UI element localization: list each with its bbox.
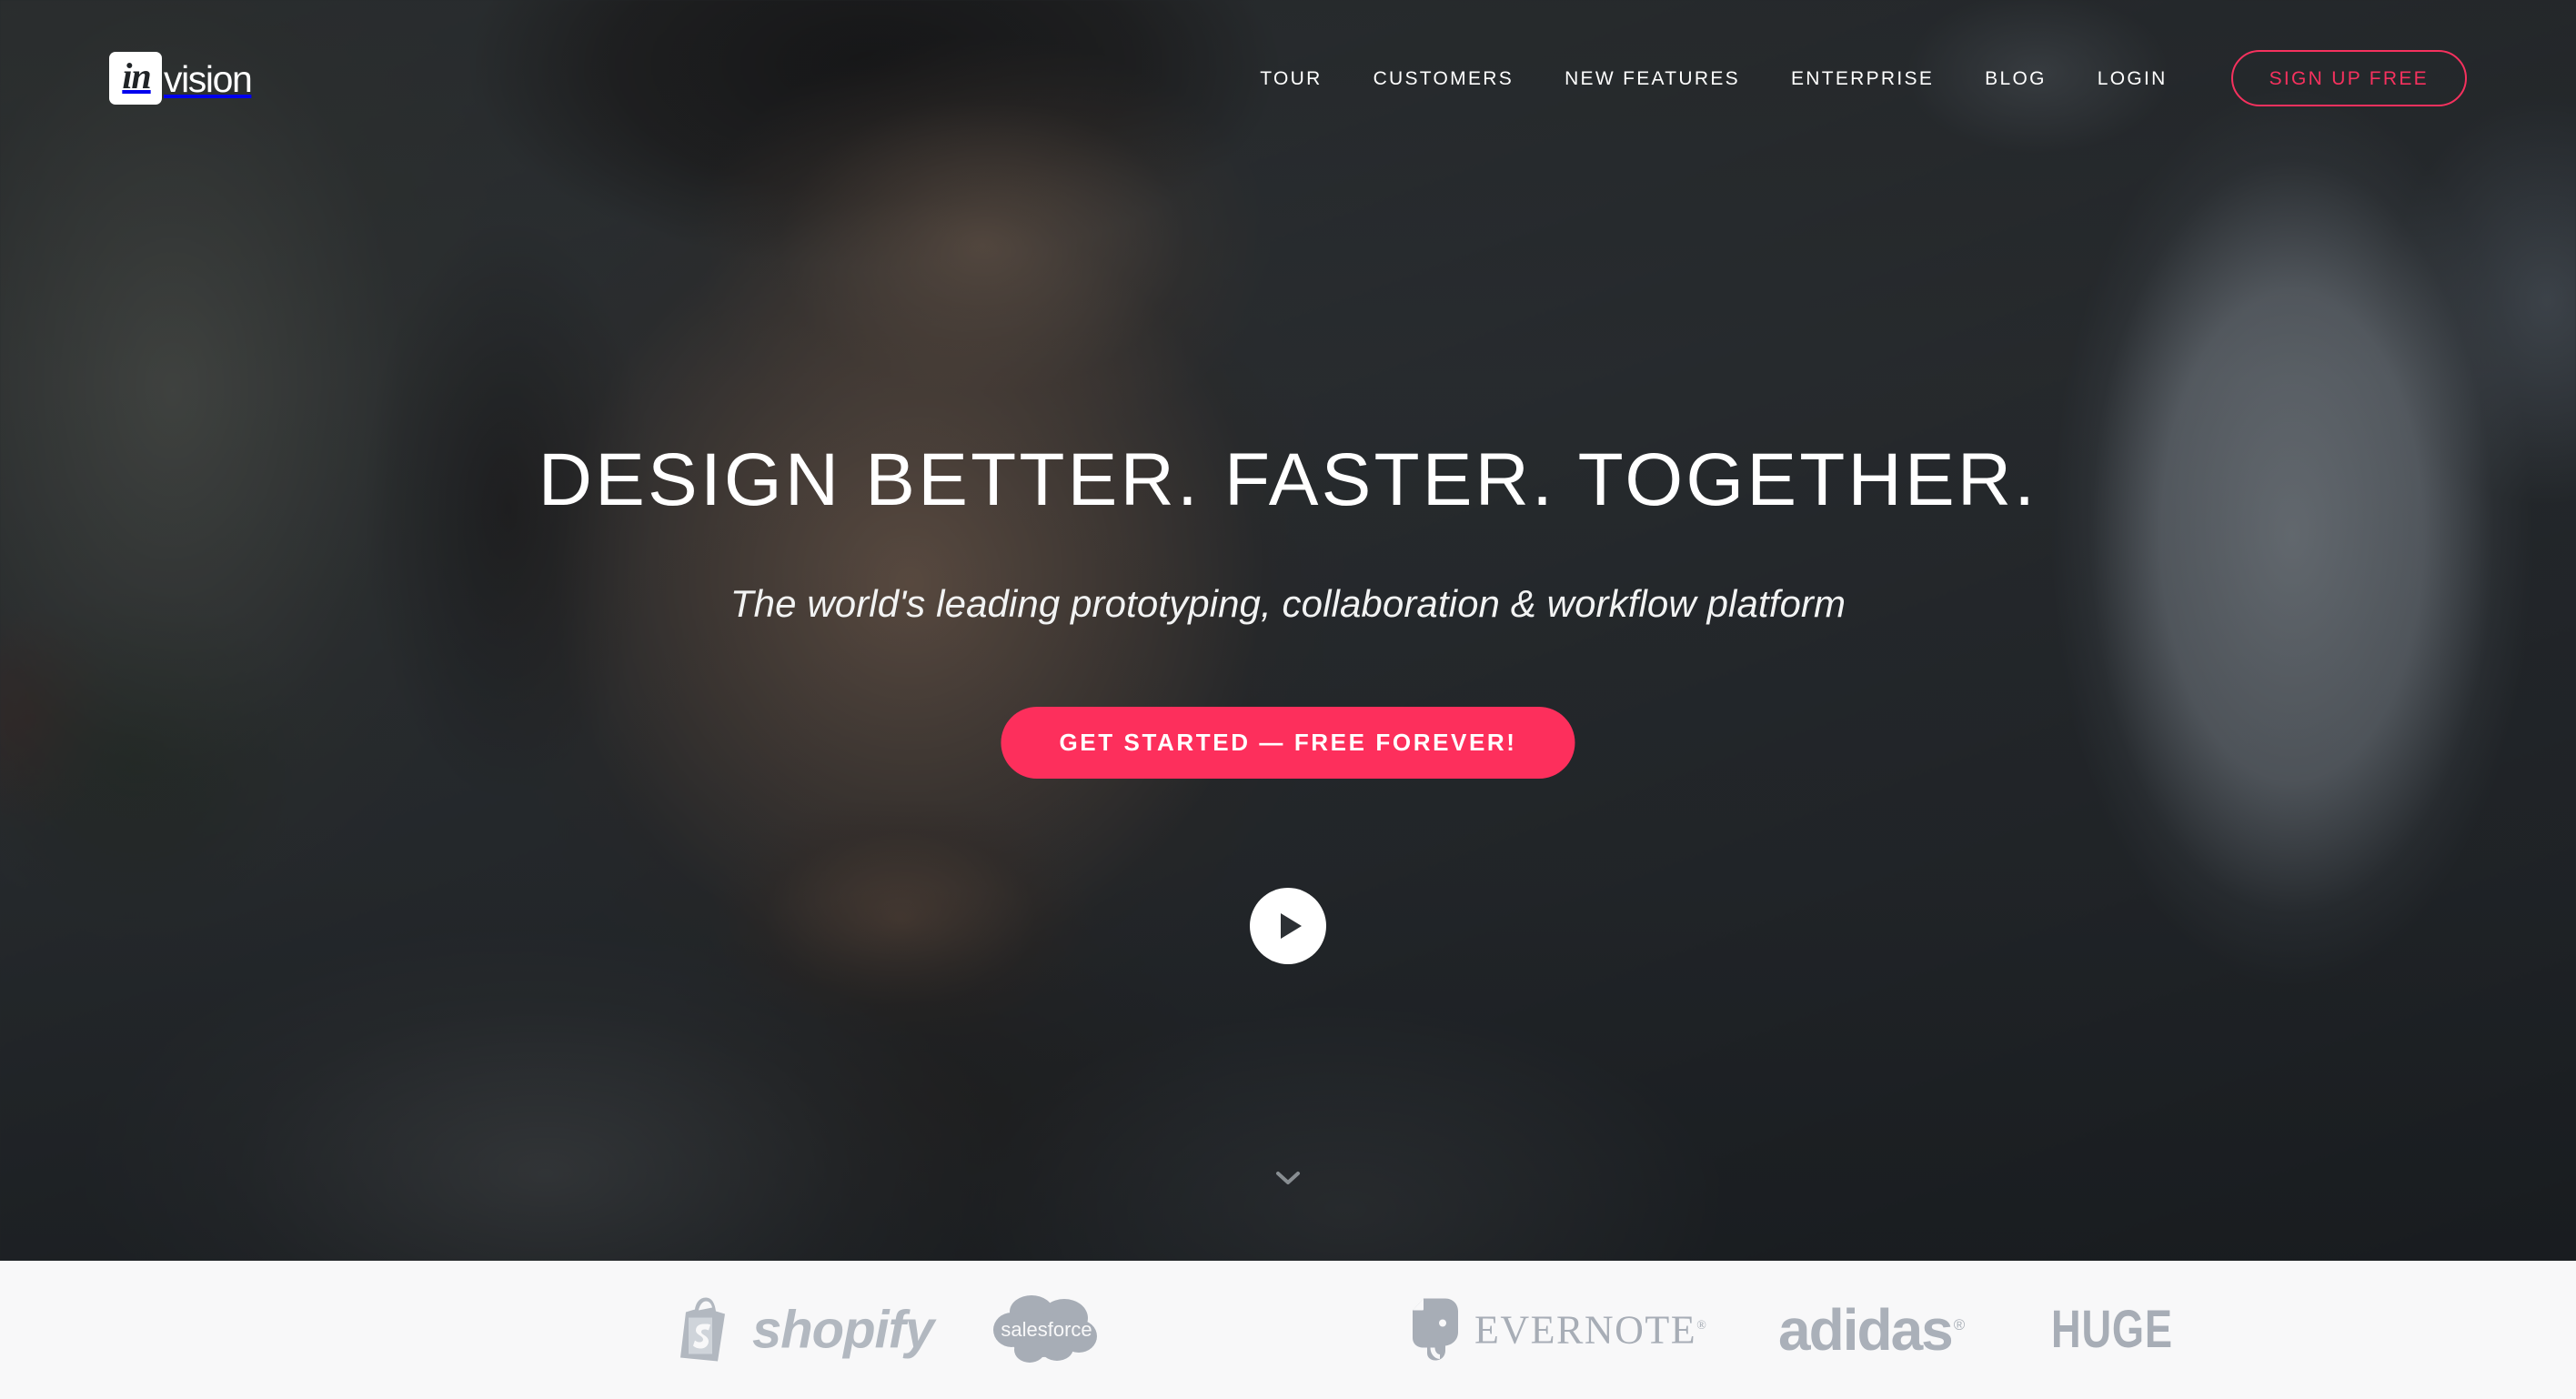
get-started-button[interactable]: GET STARTED — FREE FOREVER! xyxy=(1001,707,1575,779)
invision-logo-wordmark: vision xyxy=(164,57,253,100)
client-logo-huge: HUGE xyxy=(2051,1303,2208,1356)
hero-headline: DESIGN BETTER. FASTER. TOGETHER. xyxy=(538,438,2038,521)
hero-content: DESIGN BETTER. FASTER. TOGETHER. The wor… xyxy=(0,0,2576,1261)
huge-wordmark: HUGE xyxy=(2051,1300,2173,1359)
evernote-elephant-icon xyxy=(1405,1295,1462,1365)
client-logo-salesforce: salesforce xyxy=(991,1293,1099,1366)
primary-navigation: TOUR CUSTOMERS NEW FEATURES ENTERPRISE B… xyxy=(1234,50,2467,106)
client-logo-shopify: shopify xyxy=(678,1294,934,1366)
nav-item-new-features[interactable]: NEW FEATURES xyxy=(1539,69,1766,88)
shopify-bag-icon xyxy=(678,1294,734,1366)
nav-item-enterprise[interactable]: ENTERPRISE xyxy=(1766,69,1959,88)
nav-item-blog[interactable]: BLOG xyxy=(1959,69,2072,88)
adidas-registered-mark: ® xyxy=(1953,1315,1965,1334)
chevron-down-icon[interactable] xyxy=(1267,1157,1309,1199)
client-logo-bar: shopify salesforce EVERNOTE® adidas ® HU… xyxy=(0,1261,2576,1399)
adidas-wordmark-text: adidas xyxy=(1778,1297,1954,1363)
play-icon xyxy=(1281,913,1302,939)
nav-item-tour[interactable]: TOUR xyxy=(1234,69,1347,88)
invision-logo[interactable]: in vision xyxy=(109,52,253,105)
evernote-wordmark-text: EVERNOTE xyxy=(1474,1307,1697,1352)
nav-item-customers[interactable]: CUSTOMERS xyxy=(1348,69,1540,88)
client-logo-adidas: adidas ® xyxy=(1778,1301,1965,1359)
play-video-button[interactable] xyxy=(1250,888,1326,964)
nav-item-login[interactable]: LOGIN xyxy=(2072,69,2193,88)
adidas-wordmark: adidas ® xyxy=(1778,1301,1965,1359)
invision-logo-mark-text: in xyxy=(122,55,151,96)
sign-up-free-button[interactable]: SIGN UP FREE xyxy=(2230,50,2467,106)
salesforce-wordmark: salesforce xyxy=(1001,1318,1092,1341)
site-header: in vision TOUR CUSTOMERS NEW FEATURES EN… xyxy=(0,0,2576,138)
evernote-registered-mark: ® xyxy=(1696,1318,1708,1333)
client-logo-evernote: EVERNOTE® xyxy=(1405,1295,1707,1365)
invision-logo-mark: in xyxy=(109,52,162,105)
shopify-wordmark: shopify xyxy=(752,1300,934,1359)
evernote-wordmark: EVERNOTE® xyxy=(1474,1310,1707,1350)
hero-subheadline: The world's leading prototyping, collabo… xyxy=(730,582,1846,625)
hero-section: in vision TOUR CUSTOMERS NEW FEATURES EN… xyxy=(0,0,2576,1261)
